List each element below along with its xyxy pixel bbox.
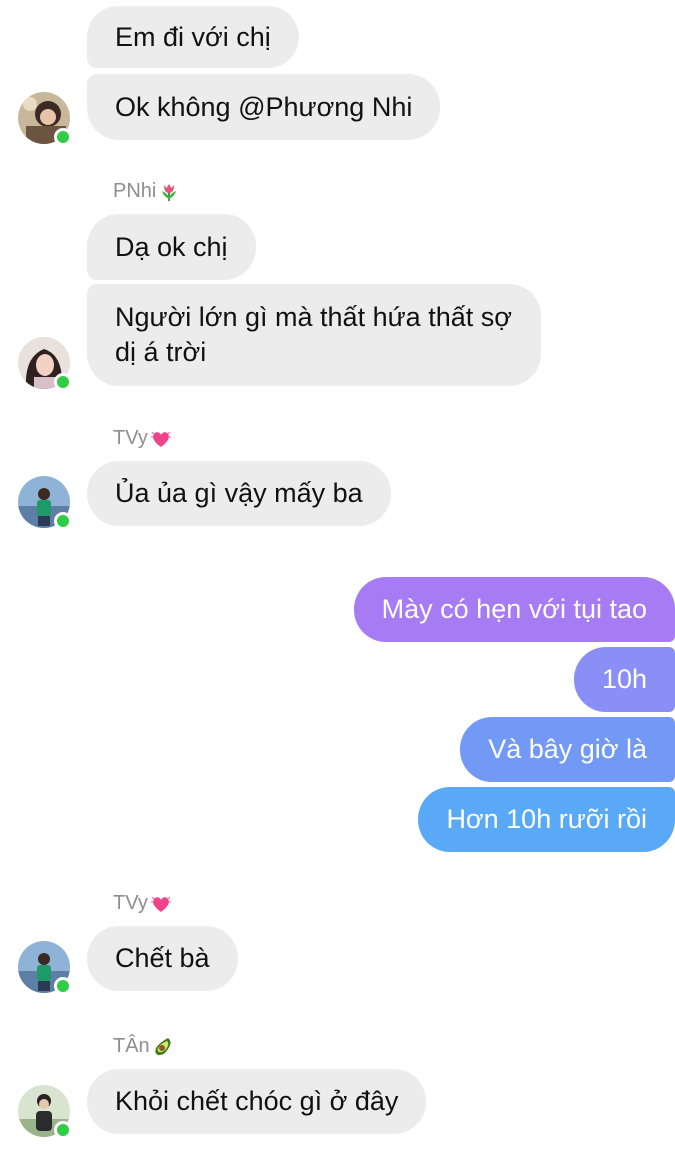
message-text: Ok không @Phương Nhi: [115, 91, 413, 122]
message-text: Dạ ok chị: [115, 231, 228, 262]
message-text: Khỏi chết chóc gì ở đây: [115, 1086, 399, 1116]
message-text: Người lớn gì mà thất hứa thất sợ dị á tr…: [115, 302, 512, 367]
message-bubble[interactable]: Ok không @Phương Nhi: [87, 74, 441, 140]
sender-name: TÂn: [113, 1035, 174, 1058]
outgoing-message-bubble[interactable]: Mày có hẹn với tụi tao: [353, 577, 675, 642]
heart-icon: [150, 896, 171, 912]
message-text: Chết bà: [115, 943, 210, 973]
message-bubble[interactable]: Ủa ủa gì vậy mấy ba: [87, 461, 391, 526]
online-indicator: [54, 128, 72, 146]
chat-thread: Em đi với chị Ok không @Phương Nhi PNhi …: [0, 0, 675, 1150]
avatar[interactable]: [18, 476, 72, 530]
message-bubble[interactable]: Chết bà: [87, 926, 238, 991]
outgoing-message-bubble[interactable]: Hơn 10h rưỡi rồi: [418, 787, 675, 852]
message-bubble[interactable]: Em đi với chị: [87, 6, 299, 68]
sender-name: PNhi: [113, 180, 180, 203]
message-text: Và bây giờ là: [488, 734, 647, 764]
avatar[interactable]: [18, 941, 72, 995]
online-indicator: [54, 1121, 72, 1139]
message-bubble[interactable]: Dạ ok chị: [87, 214, 256, 280]
sender-name: TVy: [113, 892, 172, 915]
avocado-icon: [155, 1037, 171, 1055]
message-text: Em đi với chị: [115, 21, 271, 52]
message-text: Ủa ủa gì vậy mấy ba: [115, 478, 363, 508]
online-indicator: [54, 373, 72, 391]
message-text: Hơn 10h rưỡi rồi: [446, 804, 647, 834]
online-indicator: [54, 512, 72, 530]
outgoing-message-bubble[interactable]: Và bây giờ là: [460, 717, 675, 782]
avatar[interactable]: [18, 337, 72, 391]
sender-name: TVy: [113, 427, 172, 450]
online-indicator: [54, 977, 72, 995]
avatar[interactable]: [18, 1085, 72, 1139]
message-text: 10h: [601, 664, 647, 694]
avatar[interactable]: [18, 92, 72, 146]
heart-icon: [150, 431, 171, 447]
tulip-icon: [162, 183, 177, 201]
message-bubble[interactable]: Người lớn gì mà thất hứa thất sợ dị á tr…: [87, 284, 541, 386]
message-bubble[interactable]: Khỏi chết chóc gì ở đây: [87, 1069, 427, 1134]
outgoing-message-bubble[interactable]: 10h: [573, 647, 675, 712]
message-text: Mày có hẹn với tụi tao: [381, 594, 647, 624]
